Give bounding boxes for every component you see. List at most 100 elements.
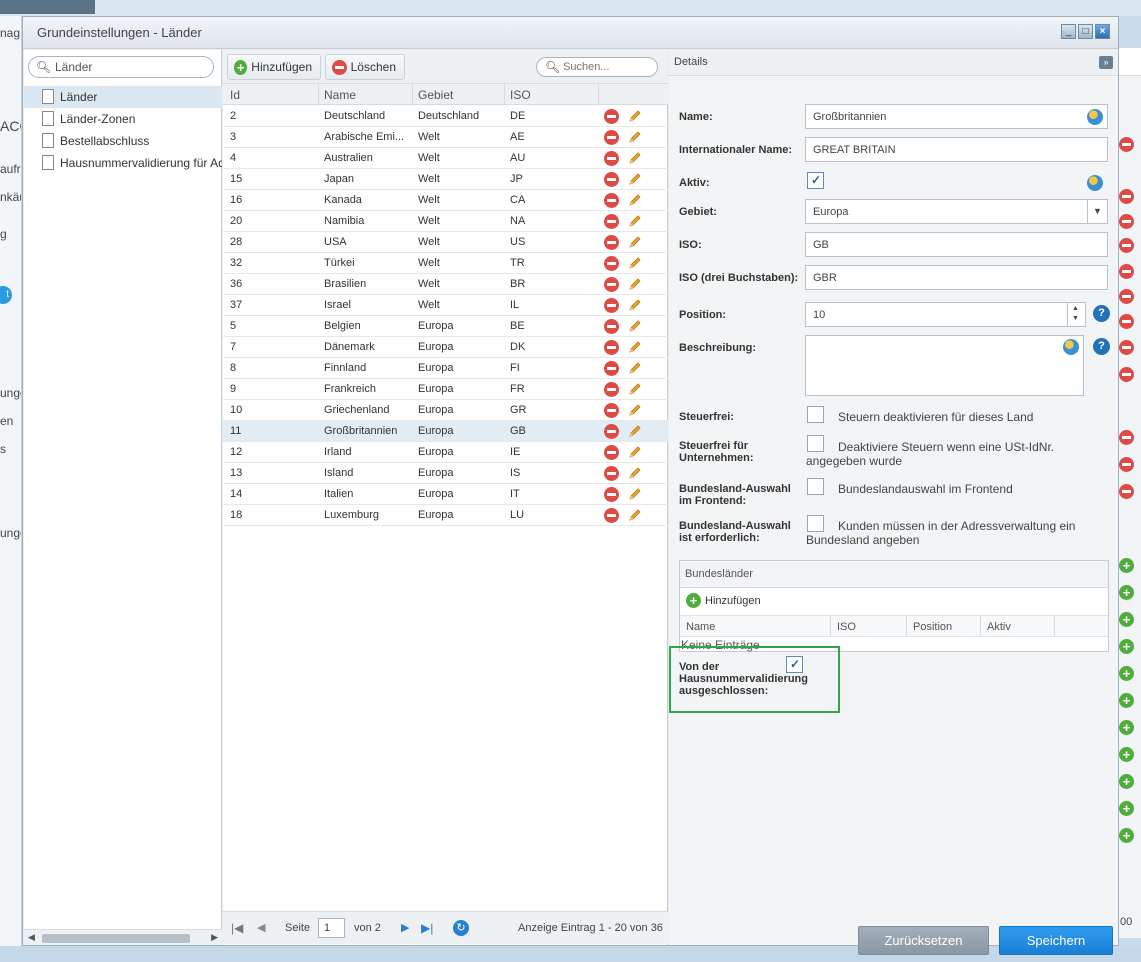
iso3-field[interactable]: GBR bbox=[805, 265, 1108, 290]
edit-pencil-icon[interactable] bbox=[627, 213, 643, 229]
bg-delete-icon[interactable] bbox=[1119, 289, 1134, 304]
delete-row-icon[interactable] bbox=[604, 130, 619, 145]
delete-row-icon[interactable] bbox=[604, 466, 619, 481]
page-input[interactable]: 1 bbox=[318, 918, 345, 938]
bg-add-icon[interactable]: + bbox=[1119, 639, 1134, 654]
table-row[interactable]: 5 Belgien Europa BE bbox=[223, 316, 668, 337]
spin-down-icon[interactable]: ▼ bbox=[1072, 315, 1079, 322]
edit-pencil-icon[interactable] bbox=[627, 276, 643, 292]
column-separator[interactable] bbox=[598, 84, 599, 105]
column-separator[interactable] bbox=[980, 616, 981, 636]
delete-row-icon[interactable] bbox=[604, 151, 619, 166]
globe-icon[interactable] bbox=[1087, 109, 1103, 125]
column-separator[interactable] bbox=[504, 84, 505, 105]
active-checkbox[interactable] bbox=[807, 172, 824, 189]
table-row[interactable]: 36 Brasilien Welt BR bbox=[223, 274, 668, 295]
table-row[interactable]: 4 Australien Welt AU bbox=[223, 148, 668, 169]
bg-delete-icon[interactable] bbox=[1119, 340, 1134, 355]
table-row[interactable]: 2 Deutschland Deutschland DE bbox=[223, 106, 668, 127]
name-field[interactable]: Großbritannien bbox=[805, 104, 1108, 129]
table-row[interactable]: 8 Finnland Europa FI bbox=[223, 358, 668, 379]
bg-delete-icon[interactable] bbox=[1119, 189, 1134, 204]
edit-pencil-icon[interactable] bbox=[627, 129, 643, 145]
table-row[interactable]: 12 Irland Europa IE bbox=[223, 442, 668, 463]
scroll-right-icon[interactable]: ▶ bbox=[211, 932, 218, 943]
edit-pencil-icon[interactable] bbox=[627, 402, 643, 418]
collapse-icon[interactable]: » bbox=[1099, 56, 1113, 69]
delete-row-icon[interactable] bbox=[604, 403, 619, 418]
bg-badge[interactable]: t bbox=[0, 286, 12, 304]
bg-delete-icon[interactable] bbox=[1119, 137, 1134, 152]
edit-pencil-icon[interactable] bbox=[627, 318, 643, 334]
bg-delete-icon[interactable] bbox=[1119, 367, 1134, 382]
taxfree-checkbox[interactable] bbox=[807, 406, 824, 423]
table-row[interactable]: 32 Türkei Welt TR bbox=[223, 253, 668, 274]
edit-pencil-icon[interactable] bbox=[627, 486, 643, 502]
previous-page-icon[interactable]: ◀ bbox=[257, 921, 265, 934]
add-country-button[interactable]: + Hinzufügen bbox=[227, 54, 321, 80]
bg-add-icon[interactable]: + bbox=[1119, 801, 1134, 816]
edit-pencil-icon[interactable] bbox=[627, 171, 643, 187]
bg-add-icon[interactable]: + bbox=[1119, 774, 1134, 789]
intl-name-field[interactable]: GREAT BRITAIN bbox=[805, 137, 1108, 162]
delete-row-icon[interactable] bbox=[604, 319, 619, 334]
column-header-name[interactable]: Name bbox=[686, 621, 715, 633]
table-row[interactable]: 16 Kanada Welt CA bbox=[223, 190, 668, 211]
table-row[interactable]: 15 Japan Welt JP bbox=[223, 169, 668, 190]
delete-row-icon[interactable] bbox=[604, 508, 619, 523]
bg-add-icon[interactable]: + bbox=[1119, 747, 1134, 762]
state-frontend-checkbox[interactable] bbox=[807, 478, 824, 495]
edit-pencil-icon[interactable] bbox=[627, 444, 643, 460]
delete-row-icon[interactable] bbox=[604, 235, 619, 250]
edit-pencil-icon[interactable] bbox=[627, 150, 643, 166]
column-header-iso[interactable]: ISO bbox=[837, 621, 856, 633]
delete-row-icon[interactable] bbox=[604, 487, 619, 502]
tree-item-laender-zonen[interactable]: Länder-Zonen bbox=[24, 108, 222, 130]
close-button[interactable]: × bbox=[1095, 24, 1110, 39]
column-header-active[interactable]: Aktiv bbox=[987, 621, 1011, 633]
tree-search-input[interactable] bbox=[55, 59, 205, 75]
bg-delete-icon[interactable] bbox=[1119, 214, 1134, 229]
iso-field[interactable]: GB bbox=[805, 232, 1108, 257]
save-button[interactable]: Speichern bbox=[999, 926, 1113, 955]
area-select[interactable]: Europa ▼ bbox=[805, 199, 1108, 224]
table-row[interactable]: 20 Namibia Welt NA bbox=[223, 211, 668, 232]
delete-row-icon[interactable] bbox=[604, 361, 619, 376]
bg-add-icon[interactable]: + bbox=[1119, 666, 1134, 681]
column-separator[interactable] bbox=[906, 616, 907, 636]
bg-delete-icon[interactable] bbox=[1119, 264, 1134, 279]
table-row[interactable]: 10 Griechenland Europa GR bbox=[223, 400, 668, 421]
table-row[interactable]: 11 Großbritannien Europa GB bbox=[223, 421, 668, 442]
help-icon[interactable]: ? bbox=[1093, 338, 1110, 355]
delete-row-icon[interactable] bbox=[604, 172, 619, 187]
globe-icon[interactable] bbox=[1063, 339, 1079, 355]
delete-row-icon[interactable] bbox=[604, 424, 619, 439]
bg-delete-icon[interactable] bbox=[1119, 238, 1134, 253]
bg-delete-icon[interactable] bbox=[1119, 314, 1134, 329]
column-separator[interactable] bbox=[412, 84, 413, 105]
bg-delete-icon[interactable] bbox=[1119, 430, 1134, 445]
tree-item-bestellabschluss[interactable]: Bestellabschluss bbox=[24, 130, 222, 152]
delete-row-icon[interactable] bbox=[604, 193, 619, 208]
minimize-button[interactable]: _ bbox=[1061, 24, 1076, 39]
scroll-left-icon[interactable]: ◀ bbox=[28, 932, 35, 943]
add-state-button[interactable]: + Hinzufügen bbox=[686, 593, 761, 608]
table-row[interactable]: 37 Israel Welt IL bbox=[223, 295, 668, 316]
edit-pencil-icon[interactable] bbox=[627, 339, 643, 355]
column-header-iso[interactable]: ISO bbox=[510, 88, 531, 102]
delete-country-button[interactable]: Löschen bbox=[325, 54, 405, 80]
table-row[interactable]: 7 Dänemark Europa DK bbox=[223, 337, 668, 358]
column-header-name[interactable]: Name bbox=[324, 88, 356, 102]
delete-row-icon[interactable] bbox=[604, 340, 619, 355]
tree-horizontal-scrollbar[interactable]: ◀ ▶ bbox=[24, 929, 222, 945]
table-row[interactable]: 3 Arabische Emi... Welt AE bbox=[223, 127, 668, 148]
last-page-icon[interactable]: ▶| bbox=[421, 921, 433, 935]
help-icon[interactable]: ? bbox=[1093, 305, 1110, 322]
bg-add-icon[interactable]: + bbox=[1119, 558, 1134, 573]
table-row[interactable]: 18 Luxemburg Europa LU bbox=[223, 505, 668, 526]
column-header-position[interactable]: Position bbox=[913, 621, 952, 633]
edit-pencil-icon[interactable] bbox=[627, 255, 643, 271]
edit-pencil-icon[interactable] bbox=[627, 360, 643, 376]
bg-add-icon[interactable]: + bbox=[1119, 828, 1134, 843]
edit-pencil-icon[interactable] bbox=[627, 381, 643, 397]
